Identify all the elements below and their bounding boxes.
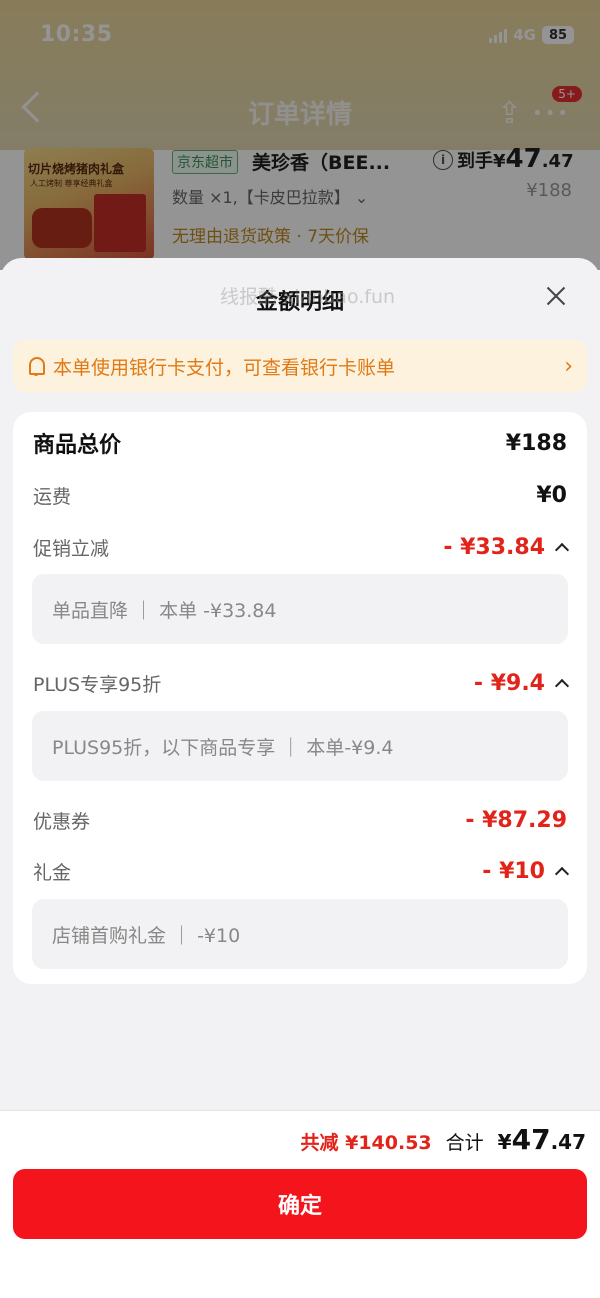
sum-int: 47 xyxy=(511,1123,551,1156)
chevron-up-icon[interactable] xyxy=(554,542,570,558)
sum-label: 合计 xyxy=(445,1132,484,1154)
plus-detail-box: PLUS95折，以下商品专享 ｜ 本单-¥9.4 xyxy=(32,711,568,781)
sum-prefix: ¥ xyxy=(497,1130,512,1154)
sum-dec: .47 xyxy=(550,1130,586,1154)
row-plus-value: - ¥9.4 xyxy=(473,670,545,696)
close-icon[interactable] xyxy=(544,284,568,308)
row-total-label: 商品总价 xyxy=(33,433,122,458)
promo-detail-box: 单品直降 ｜ 本单 -¥33.84 xyxy=(32,574,568,644)
chevron-up-icon[interactable] xyxy=(554,678,570,694)
row-total-value: ¥188 xyxy=(505,430,567,456)
totals: 共减 ¥140.53 合计 ¥47.47 xyxy=(301,1123,587,1156)
row-coupon-value: - ¥87.29 xyxy=(465,807,567,833)
bell-icon xyxy=(27,356,45,376)
row-shipping-label: 运费 xyxy=(33,485,72,508)
row-gift-value: - ¥10 xyxy=(482,858,545,884)
chevron-up-icon[interactable] xyxy=(554,866,570,882)
footer-bar: 共减 ¥140.53 合计 ¥47.47 确定 xyxy=(0,1111,600,1298)
sum-value: ¥47.47 xyxy=(498,1123,586,1156)
row-gift[interactable]: 礼金 - ¥10 xyxy=(33,854,570,888)
row-promo-value: - ¥33.84 xyxy=(443,534,545,560)
row-plus-value-wrap: - ¥9.4 xyxy=(473,670,570,696)
dim-overlay[interactable] xyxy=(0,0,600,270)
row-gift-label: 礼金 xyxy=(33,861,72,884)
row-promo-label: 促销立减 xyxy=(33,537,110,560)
bank-card-notice[interactable]: 本单使用银行卡支付，可查看银行卡账单 › xyxy=(13,340,587,392)
row-shipping-value: ¥0 xyxy=(536,482,567,508)
confirm-button[interactable]: 确定 xyxy=(13,1169,587,1239)
amount-card: 商品总价 ¥188 运费 ¥0 促销立减 - ¥33.84 单品直降 ｜ 本单 … xyxy=(13,412,587,984)
notice-text: 本单使用银行卡支付，可查看银行卡账单 xyxy=(53,356,396,379)
row-coupon-label: 优惠券 xyxy=(33,810,91,833)
row-coupon: 优惠券 - ¥87.29 xyxy=(33,803,567,837)
row-plus-label: PLUS专享95折 xyxy=(33,673,162,696)
row-gift-value-wrap: - ¥10 xyxy=(482,858,570,884)
watermark: 线报酷 xianbao.fun xyxy=(220,286,396,308)
gift-detail-box: 店铺首购礼金 ｜ -¥10 xyxy=(32,899,568,969)
row-promo-value-wrap: - ¥33.84 xyxy=(443,534,570,560)
row-plus[interactable]: PLUS专享95折 - ¥9.4 xyxy=(33,666,570,700)
discount-total: 共减 ¥140.53 xyxy=(300,1132,432,1154)
row-promo[interactable]: 促销立减 - ¥33.84 xyxy=(33,530,570,564)
chevron-right-icon: › xyxy=(564,353,573,379)
row-total: 商品总价 ¥188 xyxy=(33,426,567,460)
row-shipping: 运费 ¥0 xyxy=(33,478,567,512)
